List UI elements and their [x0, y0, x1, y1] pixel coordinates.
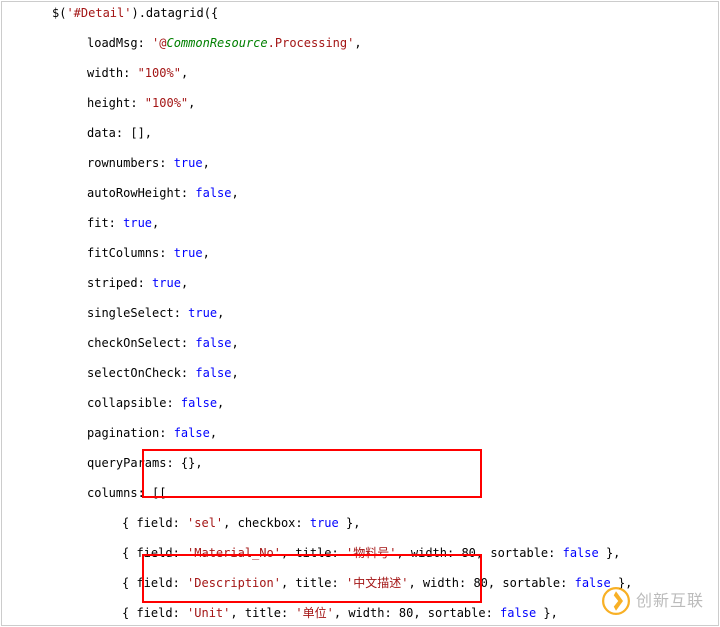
code-keyword: false	[195, 186, 231, 200]
code-string: "100%"	[145, 96, 188, 110]
highlight-box-1	[142, 449, 482, 498]
code-text: ,	[210, 426, 217, 440]
code-text: ,	[203, 156, 210, 170]
code-text: checkOnSelect:	[87, 336, 195, 350]
code-keyword: true	[188, 306, 217, 320]
code-text: pagination:	[87, 426, 174, 440]
code-string: '@	[152, 36, 166, 50]
code-panel: $('#Detail').datagrid({ loadMsg: '@Commo…	[1, 1, 719, 626]
code-ident: CommonResource	[166, 36, 267, 50]
code-text: { field:	[122, 606, 187, 620]
code-text: collapsible:	[87, 396, 181, 410]
code-string: 'Unit'	[187, 606, 230, 620]
code-text: , checkbox:	[223, 516, 310, 530]
highlight-box-2	[142, 554, 482, 603]
code-text: { field:	[122, 516, 187, 530]
code-keyword: true	[174, 246, 203, 260]
code-text: loadMsg:	[87, 36, 152, 50]
code-string: "100%"	[138, 66, 181, 80]
code-text: fit:	[87, 216, 123, 230]
code-text: data: [],	[87, 126, 152, 140]
code-text: ,	[203, 246, 210, 260]
watermark-text: 创新互联	[636, 594, 704, 609]
code-text: rownumbers:	[87, 156, 174, 170]
code-text: fitColumns:	[87, 246, 174, 260]
code-text: ,	[232, 186, 239, 200]
code-text: ,	[217, 396, 224, 410]
code-text: },	[339, 516, 361, 530]
code-text: ,	[181, 276, 188, 290]
code-text: ,	[217, 306, 224, 320]
code-string: '#Detail'	[66, 6, 131, 20]
code-keyword: false	[195, 336, 231, 350]
code-string: .Processing'	[268, 36, 355, 50]
code-text: selectOnCheck:	[87, 366, 195, 380]
code-keyword: true	[174, 156, 203, 170]
code-keyword: true	[123, 216, 152, 230]
code-text: singleSelect:	[87, 306, 188, 320]
code-text: , title:	[230, 606, 295, 620]
watermark-logo: 创新互联	[602, 587, 704, 615]
code-text: ,	[232, 366, 239, 380]
code-keyword: false	[181, 396, 217, 410]
code-text: height:	[87, 96, 145, 110]
code-text: ).datagrid({	[131, 6, 218, 20]
code-text: },	[536, 606, 558, 620]
code-text: striped:	[87, 276, 152, 290]
code-text: ,	[181, 66, 188, 80]
code-keyword: false	[174, 426, 210, 440]
logo-icon	[602, 587, 630, 615]
code-string: 'sel'	[187, 516, 223, 530]
code-keyword: true	[152, 276, 181, 290]
code-keyword: false	[563, 546, 599, 560]
code-keyword: true	[310, 516, 339, 530]
code-text: width:	[87, 66, 138, 80]
code-block: $('#Detail').datagrid({ loadMsg: '@Commo…	[2, 2, 718, 626]
code-string: '单位'	[295, 606, 333, 620]
code-text: ,	[188, 96, 195, 110]
code-text: , width: 80, sortable:	[334, 606, 500, 620]
code-keyword: false	[500, 606, 536, 620]
code-text: autoRowHeight:	[87, 186, 195, 200]
code-text: ,	[152, 216, 159, 230]
code-text: },	[599, 546, 621, 560]
code-text: ,	[354, 36, 361, 50]
code-text: $(	[52, 6, 66, 20]
code-text: ,	[232, 336, 239, 350]
code-keyword: false	[195, 366, 231, 380]
